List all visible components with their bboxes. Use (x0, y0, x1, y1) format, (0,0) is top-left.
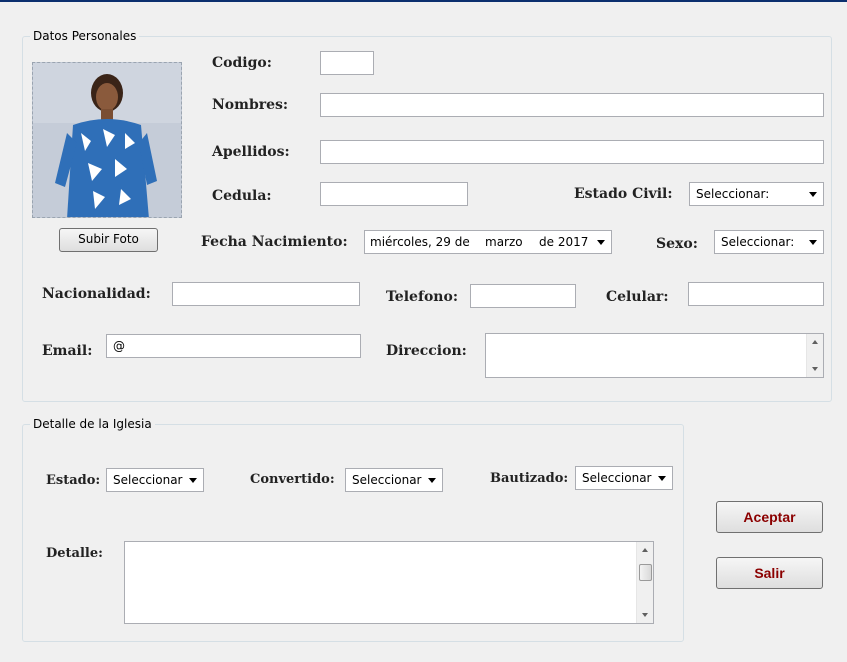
telefono-label: Telefono: (386, 289, 458, 305)
estado-civil-value: Seleccionar: (696, 187, 770, 201)
bautizado-value: Seleccionar (582, 471, 652, 485)
sexo-select[interactable]: Seleccionar: (714, 230, 824, 254)
scroll-down-icon[interactable] (812, 367, 818, 371)
chevron-down-icon (428, 478, 436, 483)
estado-label: Estado: (46, 473, 101, 488)
fecha-day[interactable]: miércoles, 29 de (370, 235, 470, 249)
convertido-select[interactable]: Seleccionar (345, 468, 443, 492)
chevron-down-icon (189, 478, 197, 483)
email-input[interactable]: @ (106, 334, 361, 358)
estado-civil-select[interactable]: Seleccionar: (689, 182, 824, 206)
apellidos-label: Apellidos: (212, 144, 290, 160)
detalle-iglesia-legend: Detalle de la Iglesia (30, 417, 155, 431)
scroll-up-icon[interactable] (642, 548, 648, 552)
fecha-nacimiento-label: Fecha Nacimiento: (201, 234, 348, 250)
window-top-border (0, 0, 847, 2)
estado-value: Seleccionar (113, 473, 183, 487)
cedula-label: Cedula: (212, 188, 272, 204)
datos-personales-legend: Datos Personales (30, 29, 140, 43)
calendar-dropdown-icon[interactable] (597, 240, 605, 245)
email-label: Email: (42, 343, 93, 359)
fecha-nacimiento-picker[interactable]: miércoles, 29 de marzo de 2017 (364, 230, 612, 254)
salir-button[interactable]: Salir (716, 557, 823, 589)
detalle-label: Detalle: (46, 546, 103, 561)
direccion-textarea[interactable] (485, 333, 824, 378)
convertido-value: Seleccionar (352, 473, 422, 487)
direccion-scrollbar[interactable] (806, 334, 823, 377)
estado-civil-label: Estado Civil: (574, 186, 673, 202)
fecha-month[interactable]: marzo (485, 235, 523, 249)
celular-label: Celular: (606, 289, 669, 305)
codigo-input[interactable] (320, 51, 374, 75)
nombres-input[interactable] (320, 93, 824, 117)
scroll-thumb[interactable] (639, 564, 652, 581)
scroll-down-icon[interactable] (642, 613, 648, 617)
convertido-label: Convertido: (250, 472, 335, 487)
sexo-label: Sexo: (656, 236, 698, 252)
detalle-scrollbar[interactable] (636, 542, 653, 623)
telefono-input[interactable] (470, 284, 576, 308)
subir-foto-button[interactable]: Subir Foto (59, 228, 158, 252)
codigo-label: Codigo: (212, 55, 272, 71)
apellidos-input[interactable] (320, 140, 824, 164)
celular-input[interactable] (688, 282, 824, 306)
fecha-year[interactable]: de 2017 (539, 235, 588, 249)
bautizado-select[interactable]: Seleccionar (575, 466, 673, 490)
chevron-down-icon (809, 240, 817, 245)
estado-select[interactable]: Seleccionar (106, 468, 204, 492)
chevron-down-icon (809, 192, 817, 197)
sexo-value: Seleccionar: (721, 235, 795, 249)
nacionalidad-label: Nacionalidad: (42, 286, 151, 302)
direccion-label: Direccion: (386, 343, 467, 359)
profile-photo (32, 62, 182, 218)
cedula-input[interactable] (320, 182, 468, 206)
chevron-down-icon (658, 476, 666, 481)
nombres-label: Nombres: (212, 97, 289, 113)
bautizado-label: Bautizado: (490, 471, 569, 486)
person-photo-icon (33, 63, 181, 217)
aceptar-button[interactable]: Aceptar (716, 501, 823, 533)
nacionalidad-input[interactable] (172, 282, 360, 306)
detalle-textarea[interactable] (124, 541, 654, 624)
scroll-up-icon[interactable] (812, 340, 818, 344)
